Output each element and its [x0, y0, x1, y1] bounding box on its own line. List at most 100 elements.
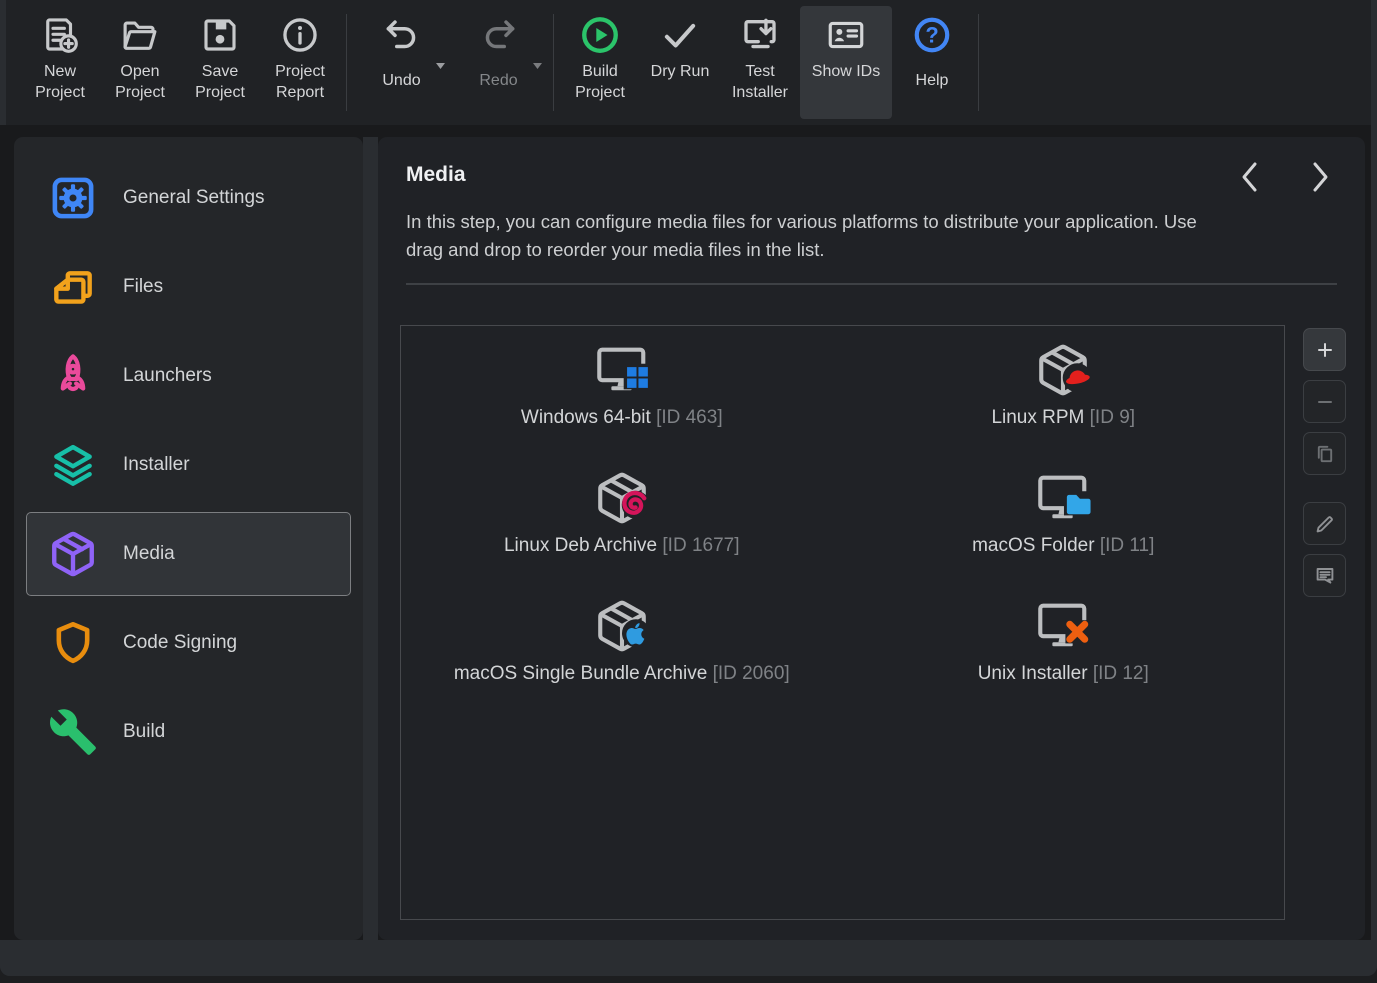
media-item-id: [ID 12] — [1093, 663, 1149, 684]
next-step-button[interactable] — [1307, 159, 1333, 195]
sidebar-item-media[interactable]: Media — [26, 512, 351, 596]
copy-media-button[interactable] — [1303, 432, 1346, 475]
dry-run-label: Dry Run — [651, 61, 710, 82]
undo-dropdown-caret[interactable] — [436, 56, 445, 74]
sidebar-label: Installer — [123, 454, 190, 476]
toolbar-divider — [553, 14, 554, 111]
media-item-linux-rpm[interactable]: Linux RPM [ID 9] — [843, 341, 1285, 469]
sidebar-item-files[interactable]: Files — [26, 245, 351, 329]
open-project-icon — [117, 12, 163, 58]
open-project-button[interactable]: Open Project — [100, 6, 180, 119]
test-installer-button[interactable]: Test Installer — [720, 6, 800, 119]
media-item-linux-deb[interactable]: Linux Deb Archive [ID 1677] — [401, 469, 843, 597]
content-area: General Settings Files — [0, 125, 1371, 940]
build-project-button[interactable]: Build Project — [560, 6, 640, 119]
media-item-macos-single-bundle[interactable]: macOS Single Bundle Archive [ID 2060] — [401, 597, 843, 725]
media-item-name: Unix Installer — [978, 663, 1088, 684]
undo-button[interactable]: Undo — [353, 6, 450, 119]
redo-dropdown-caret[interactable] — [533, 56, 542, 74]
new-project-label: New Project — [20, 61, 100, 103]
previous-step-button[interactable] — [1237, 159, 1263, 195]
general-settings-icon — [47, 172, 99, 224]
copy-icon — [1313, 442, 1337, 466]
test-installer-icon — [737, 12, 783, 58]
toolbar-divider — [978, 14, 979, 111]
media-item-id: [ID 11] — [1100, 535, 1155, 556]
help-icon: ? — [909, 12, 955, 58]
add-media-button[interactable] — [1303, 328, 1346, 371]
media-item-name: Windows 64-bit — [521, 407, 651, 428]
installer-icon — [47, 439, 99, 491]
open-project-label: Open Project — [100, 61, 180, 103]
linux-deb-media-icon — [593, 469, 651, 527]
svg-text:?: ? — [925, 22, 938, 47]
toolbar: New Project Open Project Save Project — [6, 0, 1371, 125]
media-item-unix-installer[interactable]: Unix Installer [ID 12] — [843, 597, 1285, 725]
windows-media-icon — [593, 341, 651, 399]
save-project-button[interactable]: Save Project — [180, 6, 260, 119]
redo-button[interactable]: Redo — [450, 6, 547, 119]
build-project-icon — [577, 12, 623, 58]
media-item-id: [ID 1677] — [662, 535, 739, 556]
step-header: Media In this step, you can configure me… — [378, 137, 1365, 285]
new-project-icon — [37, 12, 83, 58]
media-actions — [1303, 328, 1346, 606]
help-button[interactable]: ? Help — [892, 6, 972, 119]
media-step-panel: Media In this step, you can configure me… — [378, 137, 1365, 940]
new-project-button[interactable]: New Project — [20, 6, 100, 119]
media-item-macos-folder[interactable]: macOS Folder [ID 11] — [843, 469, 1285, 597]
dry-run-icon — [657, 12, 703, 58]
step-navigation — [1237, 159, 1333, 195]
media-item-id: [ID 463] — [656, 407, 723, 428]
window-bottom-frame — [0, 940, 1377, 976]
sidebar-item-launchers[interactable]: Launchers — [26, 334, 351, 418]
test-installer-label: Test Installer — [720, 61, 800, 103]
build-project-label: Build Project — [560, 61, 640, 103]
comment-icon — [1313, 564, 1337, 588]
save-project-label: Save Project — [180, 61, 260, 103]
minus-icon — [1313, 390, 1337, 414]
project-report-button[interactable]: Project Report — [260, 6, 340, 119]
sidebar-item-code-signing[interactable]: Code Signing — [26, 601, 351, 685]
files-icon — [47, 261, 99, 313]
dry-run-button[interactable]: Dry Run — [640, 6, 720, 119]
show-ids-button[interactable]: Show IDs — [800, 6, 892, 119]
pencil-icon — [1313, 512, 1337, 536]
redo-label: Redo — [479, 70, 517, 91]
remove-media-button[interactable] — [1303, 380, 1346, 423]
sidebar-item-general-settings[interactable]: General Settings — [26, 156, 351, 240]
comment-media-button[interactable] — [1303, 554, 1346, 597]
help-label: Help — [916, 70, 949, 91]
page-title: Media — [406, 163, 1337, 187]
macos-folder-media-icon — [1034, 469, 1092, 527]
undo-label: Undo — [382, 70, 420, 91]
sidebar-label: Code Signing — [123, 632, 237, 654]
sidebar-label: General Settings — [123, 187, 265, 209]
toolbar-divider — [346, 14, 347, 111]
launchers-icon — [47, 350, 99, 402]
undo-icon — [379, 12, 425, 58]
step-description: In this step, you can configure media fi… — [406, 208, 1206, 264]
show-ids-icon — [823, 12, 869, 58]
edit-media-button[interactable] — [1303, 502, 1346, 545]
linux-rpm-media-icon — [1034, 341, 1092, 399]
media-item-windows-64bit[interactable]: Windows 64-bit [ID 463] — [401, 341, 843, 469]
save-project-icon — [197, 12, 243, 58]
media-item-id: [ID 2060] — [713, 663, 790, 684]
macos-bundle-media-icon — [593, 597, 651, 655]
media-icon — [47, 528, 99, 580]
sidebar-item-build[interactable]: Build — [26, 690, 351, 774]
media-item-name: Linux RPM — [991, 407, 1084, 428]
panel-splitter[interactable] — [363, 137, 378, 940]
sidebar-label: Build — [123, 721, 165, 743]
project-report-icon — [277, 12, 323, 58]
media-item-name: macOS Folder — [972, 535, 1094, 556]
app-window: New Project Open Project Save Project — [0, 0, 1377, 976]
media-item-name: Linux Deb Archive — [504, 535, 657, 556]
show-ids-label: Show IDs — [812, 61, 880, 82]
sidebar-item-installer[interactable]: Installer — [26, 423, 351, 507]
unix-installer-media-icon — [1034, 597, 1092, 655]
header-separator — [406, 283, 1337, 285]
project-report-label: Project Report — [260, 61, 340, 103]
code-signing-icon — [47, 617, 99, 669]
